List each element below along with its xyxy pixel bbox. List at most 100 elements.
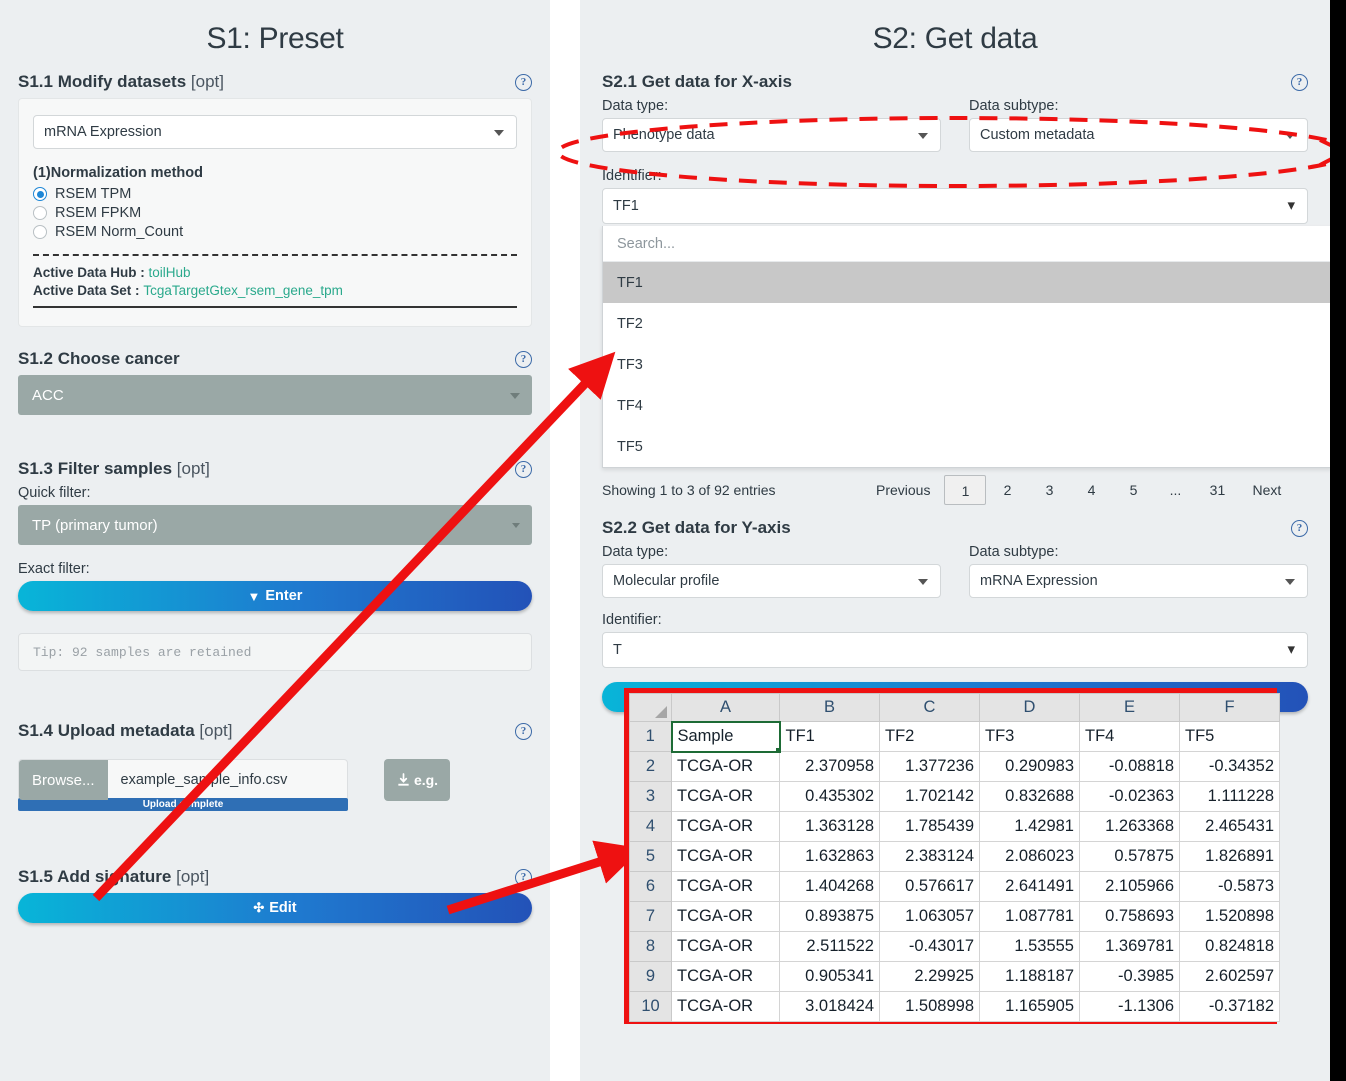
cell-e7[interactable]: 0.758693 (1079, 901, 1180, 932)
cell-b10[interactable]: 3.018424 (779, 991, 880, 1022)
help-icon-s1-4[interactable]: ? (515, 723, 532, 740)
row-number[interactable]: 7 (629, 901, 672, 932)
cell-f10[interactable]: -0.37182 (1179, 991, 1280, 1022)
cell-c10[interactable]: 1.508998 (879, 991, 980, 1022)
column-header-a[interactable]: A (671, 693, 780, 722)
row-number[interactable]: 8 (629, 931, 672, 962)
cell-d5[interactable]: 2.086023 (979, 841, 1080, 872)
cell-c4[interactable]: 1.785439 (879, 811, 980, 842)
pagination-page-4[interactable]: 4 (1070, 475, 1112, 505)
pagination-previous[interactable]: Previous (862, 475, 944, 505)
cell-f6[interactable]: -0.5873 (1179, 871, 1280, 902)
cell-a6[interactable]: TCGA-OR (671, 871, 780, 902)
y-data-subtype-select[interactable]: mRNA Expression (969, 564, 1308, 598)
pagination-page-5[interactable]: 5 (1112, 475, 1154, 505)
pagination-page-2[interactable]: 2 (986, 475, 1028, 505)
y-identifier-select[interactable]: T ▾ (602, 632, 1308, 668)
pagination-page-1[interactable]: 1 (944, 475, 987, 505)
cell-f3[interactable]: 1.111228 (1179, 781, 1280, 812)
help-icon-s2-2[interactable]: ? (1291, 520, 1308, 537)
x-data-subtype-select[interactable]: Custom metadata (969, 118, 1308, 152)
cell-b7[interactable]: 0.893875 (779, 901, 880, 932)
cell-d4[interactable]: 1.42981 (979, 811, 1080, 842)
cell-a4[interactable]: TCGA-OR (671, 811, 780, 842)
dropdown-option-tf1[interactable]: TF1 (603, 262, 1330, 303)
column-header-d[interactable]: D (979, 693, 1080, 722)
y-data-type-select[interactable]: Molecular profile (602, 564, 941, 598)
cell-e6[interactable]: 2.105966 (1079, 871, 1180, 902)
cell-f4[interactable]: 2.465431 (1179, 811, 1280, 842)
cell-b2[interactable]: 2.370958 (779, 751, 880, 782)
cell-a8[interactable]: TCGA-OR (671, 931, 780, 962)
row-number[interactable]: 9 (629, 961, 672, 992)
row-number[interactable]: 5 (629, 841, 672, 872)
cell-b8[interactable]: 2.511522 (779, 931, 880, 962)
add-signature-edit-button[interactable]: ✣ Edit (18, 893, 532, 923)
cell-d3[interactable]: 0.832688 (979, 781, 1080, 812)
cell-a9[interactable]: TCGA-OR (671, 961, 780, 992)
cell-a1[interactable]: Sample (670, 720, 781, 753)
cell-f1[interactable]: TF5 (1179, 721, 1280, 752)
column-header-e[interactable]: E (1079, 693, 1180, 722)
cell-b1[interactable]: TF1 (779, 721, 880, 752)
cell-f9[interactable]: 2.602597 (1179, 961, 1280, 992)
column-header-f[interactable]: F (1179, 693, 1280, 722)
cell-c7[interactable]: 1.063057 (879, 901, 980, 932)
cell-e5[interactable]: 0.57875 (1079, 841, 1180, 872)
row-number[interactable]: 6 (629, 871, 672, 902)
cancer-select[interactable]: ACC (18, 375, 532, 415)
x-identifier-select[interactable]: TF1 ▾ (602, 188, 1308, 224)
help-icon-s1-1[interactable]: ? (515, 74, 532, 91)
cell-d1[interactable]: TF3 (979, 721, 1080, 752)
row-number[interactable]: 2 (629, 751, 672, 782)
help-icon-s2-1[interactable]: ? (1291, 74, 1308, 91)
radio-icon-rsem-fpkm[interactable] (33, 206, 47, 220)
pagination-page-3[interactable]: 3 (1028, 475, 1070, 505)
dropdown-option-tf4[interactable]: TF4 (603, 385, 1330, 426)
exact-filter-enter-button[interactable]: ▼ Enter (18, 581, 532, 611)
dropdown-option-tf2[interactable]: TF2 (603, 303, 1330, 344)
x-identifier-dropdown[interactable]: Search... TF1 TF2 TF3 TF4 TF5 (602, 226, 1330, 468)
help-icon-s1-3[interactable]: ? (515, 461, 532, 478)
cell-e2[interactable]: -0.08818 (1079, 751, 1180, 782)
cell-f7[interactable]: 1.520898 (1179, 901, 1280, 932)
cell-e4[interactable]: 1.263368 (1079, 811, 1180, 842)
dropdown-option-tf3[interactable]: TF3 (603, 344, 1330, 385)
cell-c5[interactable]: 2.383124 (879, 841, 980, 872)
cell-a3[interactable]: TCGA-OR (671, 781, 780, 812)
quick-filter-select[interactable]: TP (primary tumor) (18, 505, 532, 545)
cell-c3[interactable]: 1.702142 (879, 781, 980, 812)
browse-button[interactable]: Browse... (19, 760, 108, 800)
cell-f2[interactable]: -0.34352 (1179, 751, 1280, 782)
radio-icon-rsem-norm-count[interactable] (33, 225, 47, 239)
cell-a10[interactable]: TCGA-OR (671, 991, 780, 1022)
column-header-b[interactable]: B (779, 693, 880, 722)
cell-d7[interactable]: 1.087781 (979, 901, 1080, 932)
cell-f5[interactable]: 1.826891 (1179, 841, 1280, 872)
row-number[interactable]: 4 (629, 811, 672, 842)
dropdown-option-tf5[interactable]: TF5 (603, 426, 1330, 467)
cell-d6[interactable]: 2.641491 (979, 871, 1080, 902)
cell-b6[interactable]: 1.404268 (779, 871, 880, 902)
cell-d9[interactable]: 1.188187 (979, 961, 1080, 992)
help-icon-s1-2[interactable]: ? (515, 351, 532, 368)
select-all-corner-icon[interactable] (629, 693, 672, 722)
cell-c8[interactable]: -0.43017 (879, 931, 980, 962)
cell-b3[interactable]: 0.435302 (779, 781, 880, 812)
row-number[interactable]: 1 (629, 721, 672, 752)
cell-d2[interactable]: 0.290983 (979, 751, 1080, 782)
radio-row-rsem-tpm[interactable]: RSEM TPM (33, 186, 517, 202)
radio-row-rsem-norm-count[interactable]: RSEM Norm_Count (33, 224, 517, 240)
cell-e3[interactable]: -0.02363 (1079, 781, 1180, 812)
cell-a2[interactable]: TCGA-OR (671, 751, 780, 782)
dataset-select[interactable]: mRNA Expression (33, 115, 517, 149)
radio-icon-rsem-tpm[interactable] (33, 187, 47, 201)
cell-c1[interactable]: TF2 (879, 721, 980, 752)
cell-b9[interactable]: 0.905341 (779, 961, 880, 992)
cell-e8[interactable]: 1.369781 (1079, 931, 1180, 962)
cell-c2[interactable]: 1.377236 (879, 751, 980, 782)
cell-c6[interactable]: 0.576617 (879, 871, 980, 902)
pagination-next[interactable]: Next (1238, 475, 1295, 505)
dropdown-search-input[interactable]: Search... (603, 226, 1330, 262)
cell-e9[interactable]: -0.3985 (1079, 961, 1180, 992)
